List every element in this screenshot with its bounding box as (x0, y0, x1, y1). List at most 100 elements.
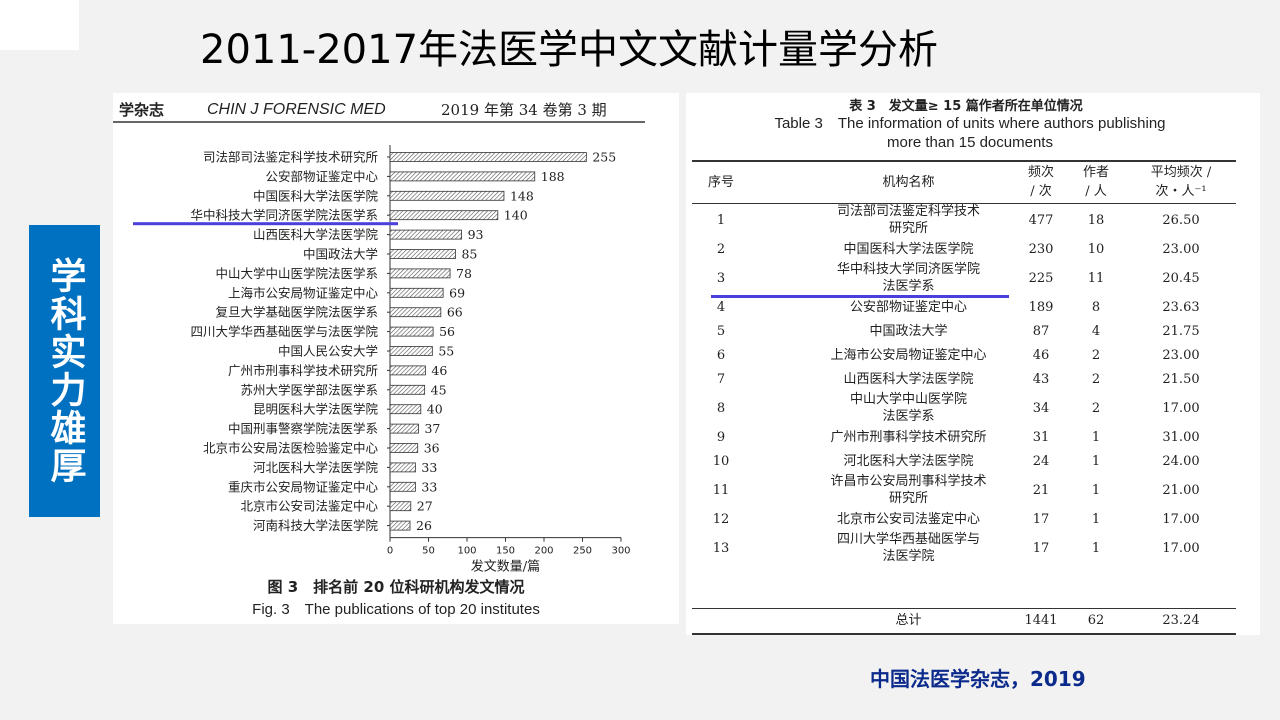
row-authors: 1 (1091, 430, 1101, 445)
value-label: 33 (421, 479, 437, 494)
value-label: 78 (456, 266, 472, 281)
row-freq: 477 (1028, 213, 1054, 228)
header-freq-line2: / 次 (1030, 184, 1052, 199)
category-label: 北京市公安司法鉴定中心 (240, 499, 378, 514)
x-tick-label: 100 (457, 546, 476, 557)
row-freq: 46 (1032, 348, 1050, 363)
row-avg: 31.00 (1162, 430, 1200, 445)
table-row: 12 北京市公安司法鉴定中心 17 1 17.00 (686, 508, 1246, 532)
row-authors: 1 (1091, 454, 1101, 469)
category-label: 山西医科大学法医学院 (253, 227, 379, 242)
table-row: 6 上海市公安局物证鉴定中心 46 2 23.00 (686, 344, 1246, 368)
source-note: 中国法医学杂志，2019 (870, 667, 1086, 691)
row-authors: 10 (1087, 242, 1105, 257)
bar (389, 171, 536, 182)
row-freq: 87 (1032, 324, 1050, 339)
value-label: 148 (510, 188, 534, 203)
row-avg: 24.00 (1162, 454, 1200, 469)
row-authors: 1 (1091, 512, 1101, 527)
table-row: 10 河北医科大学法医学院 24 1 24.00 (686, 450, 1246, 474)
table-top-rule (692, 160, 1236, 162)
row-no: 9 (716, 430, 726, 445)
row-avg: 26.50 (1162, 213, 1200, 228)
category-label: 北京市公安局法医检验鉴定中心 (203, 441, 379, 456)
x-tick-label: 0 (387, 546, 393, 557)
category-label: 苏州大学医学部法医学系 (240, 382, 378, 397)
bar (389, 268, 451, 279)
bar (389, 249, 456, 259)
header-auth-line2: / 人 (1085, 184, 1107, 199)
row-authors: 18 (1087, 213, 1105, 228)
figure-panel: 学杂志 CHIN J FORENSIC MED 2019 年第 34 卷第 3 … (113, 93, 679, 624)
bar-chart: 司法部司法鉴定科学技术研究所 255 公安部物证鉴定中心 188 中国医科大学法医学院 1… (133, 145, 631, 573)
header-avg-line2: 次・人⁻¹ (1155, 184, 1207, 199)
table-title-en: Table 3 The information of units where a… (694, 114, 1246, 152)
category-label: 四川大学华西基础医学与法医学院 (190, 324, 378, 339)
category-label: 中国政法大学 (303, 247, 378, 262)
row-freq: 17 (1032, 541, 1050, 556)
category-label: 中国刑事警察学院法医学系 (228, 421, 378, 436)
table-row: 2 中国医科大学法医学院 230 10 23.00 (686, 238, 1246, 262)
table-row: 13 四川大学华西基础医学与 法医学院 17 1 17.00 (686, 532, 1246, 566)
header-avg-line1: 平均频次 / (1150, 165, 1212, 180)
highlight-underline-chart (133, 222, 398, 226)
bar (389, 210, 499, 221)
row-authors: 8 (1091, 300, 1101, 315)
row-freq: 189 (1028, 300, 1054, 315)
table-header-row: 序号 机构名称 频次 / 次 作者 / 人 平均频次 / 次・人⁻¹ (686, 163, 1246, 203)
row-freq: 34 (1032, 401, 1050, 416)
x-tick-label: 250 (573, 546, 592, 557)
row-no: 11 (712, 483, 730, 498)
row-avg: 21.75 (1162, 324, 1200, 339)
row-no: 12 (712, 512, 730, 527)
category-label: 司法部司法鉴定科学技术研究所 (203, 150, 378, 165)
row-avg: 23.63 (1162, 300, 1200, 315)
x-tick-label: 200 (534, 546, 553, 557)
row-authors: 1 (1091, 541, 1101, 556)
row-freq: 43 (1032, 372, 1050, 387)
category-label: 河南科技大学法医学院 (253, 518, 379, 533)
bar (389, 462, 416, 473)
row-freq: 230 (1028, 242, 1054, 257)
figure-caption-cn: 图 3 排名前 20 位科研机构发文情况 (267, 578, 525, 596)
value-label: 93 (468, 227, 484, 242)
table-panel: 表 3 发文量≥ 15 篇作者所在单位情况 Table 3 The inform… (686, 93, 1260, 635)
table-row: 11 许昌市公安局刑事科学技术 研究所 21 1 21.00 (686, 474, 1246, 508)
table-total-rule (692, 608, 1236, 609)
row-avg: 17.00 (1162, 401, 1200, 416)
row-avg: 17.00 (1162, 541, 1200, 556)
bar (389, 404, 422, 415)
row-no: 8 (716, 401, 726, 416)
row-authors: 11 (1087, 271, 1105, 286)
row-no: 2 (716, 242, 726, 257)
header-no: 序号 (707, 175, 734, 190)
table-row: 1 司法部司法鉴定科学技术 研究所 477 18 26.50 (686, 204, 1246, 238)
value-label: 69 (449, 285, 465, 300)
value-label: 40 (427, 402, 443, 417)
bar (389, 423, 419, 434)
bar (389, 384, 426, 395)
category-label: 广州市刑事科学技术研究所 (228, 363, 378, 378)
table-title-cn: 表 3 发文量≥ 15 篇作者所在单位情况 (849, 99, 1083, 114)
row-avg: 21.00 (1162, 483, 1200, 498)
x-tick-label: 50 (422, 546, 435, 557)
x-tick-label: 150 (496, 546, 515, 557)
row-avg: 20.45 (1162, 271, 1200, 286)
category-label: 复旦大学基础医学院法医学系 (215, 305, 378, 320)
bar (389, 326, 434, 337)
total-freq: 1441 (1024, 613, 1058, 628)
table-title-en-line1: Table 3 The information of units where a… (774, 115, 1166, 132)
row-authors: 4 (1091, 324, 1101, 339)
total-authors: 62 (1087, 613, 1105, 628)
value-label: 255 (592, 150, 616, 165)
row-no: 4 (716, 300, 726, 315)
row-authors: 2 (1091, 348, 1101, 363)
row-freq: 31 (1032, 430, 1050, 445)
category-label: 河北医科大学法医学院 (253, 460, 379, 475)
header-freq-line1: 频次 (1027, 165, 1054, 180)
bar (389, 229, 463, 240)
bar (389, 346, 433, 356)
row-no: 7 (716, 372, 726, 387)
value-label: 26 (416, 518, 432, 533)
header-auth-line1: 作者 (1082, 165, 1109, 180)
